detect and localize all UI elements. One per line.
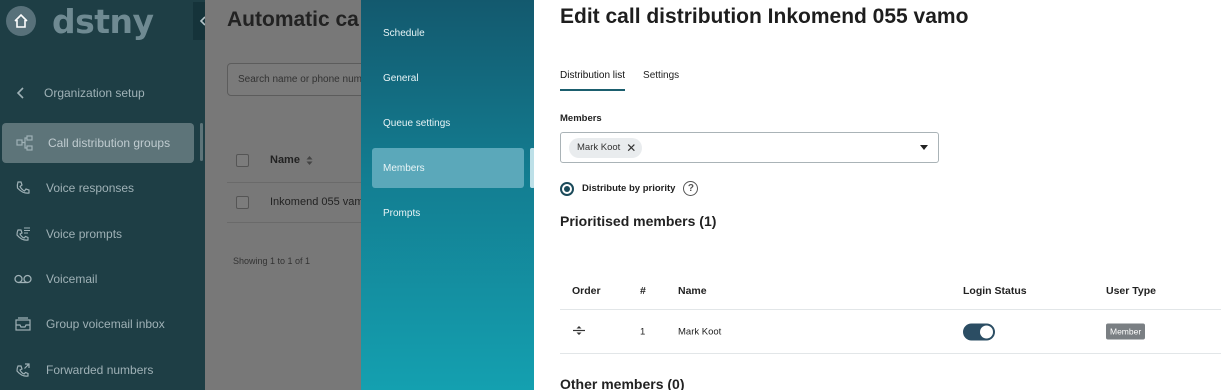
table-row: 1 Mark Koot Member [560,311,1221,354]
pagination-info: Showing 1 to 1 of 1 [233,256,311,266]
panel-item-prompts[interactable]: Prompts [372,193,524,233]
sidebar-item-forwarded-numbers[interactable]: Forwarded numbers [0,350,205,390]
members-select[interactable]: Mark Koot ✕ [560,132,939,163]
panel-item-queue-settings[interactable]: Queue settings [372,103,524,143]
back-organization-setup[interactable]: Organization setup [16,86,145,100]
tab-settings[interactable]: Settings [643,70,679,91]
chevron-down-icon[interactable] [920,145,928,150]
divider [227,222,361,223]
column-name-label: Name [270,154,300,166]
home-icon[interactable] [6,6,36,36]
close-icon[interactable]: ✕ [626,141,636,155]
chevron-left-icon [16,87,24,99]
page-title: Automatic ca [227,8,359,31]
member-chip: Mark Koot ✕ [569,137,643,158]
groups-page: Automatic ca Search name or phone numb N… [205,0,361,390]
sidebar-item-call-distribution-groups[interactable]: Call distribution groups [2,123,194,163]
sidebar-item-label: Voicemail [46,272,98,286]
name-column-header[interactable]: Name [270,154,313,166]
table-row-name[interactable]: Inkomend 055 vam [270,196,361,208]
phone-voice-icon [0,226,46,242]
select-all-checkbox[interactable] [236,154,249,167]
voicemail-icon [0,274,46,284]
edit-pane: Edit call distribution Inkomend 055 vamo… [534,0,1221,390]
sidebar-item-voicemail[interactable]: Voicemail [0,259,205,299]
hierarchy-icon [2,135,48,151]
sidebar-item-voice-responses[interactable]: Voice responses [0,168,205,208]
row-name: Mark Koot [678,326,722,338]
distribute-by-priority-option[interactable]: Distribute by priority ? [560,181,699,196]
sidebar-item-label: Forwarded numbers [46,363,154,377]
edit-title: Edit call distribution Inkomend 055 vamo [560,5,969,28]
column-login-status: Login Status [963,284,1027,297]
panel-item-general[interactable]: General [372,58,524,98]
sidebar-item-label: Voice prompts [46,227,123,241]
sidebar-item-group-voicemail-inbox[interactable]: Group voicemail inbox [0,304,205,344]
phone-forward-icon [0,362,46,378]
login-status-toggle[interactable] [963,323,995,341]
sidebar-scrollbar[interactable] [200,123,203,161]
column-number: # [640,284,646,297]
sidebar-item-voice-prompts[interactable]: Voice prompts [0,214,205,254]
logo: dstny [52,2,154,41]
column-user-type: User Type [1106,284,1156,297]
section-panel: Schedule General Queue settings Members … [361,0,535,390]
user-type-badge: Member [1106,323,1146,340]
sidebar-item-label: Group voicemail inbox [46,317,165,331]
drag-handle-icon[interactable] [572,326,586,339]
members-table-header: Order # Name Login Status User Type [560,272,1221,310]
row-number: 1 [640,326,646,338]
sidebar-item-label: Voice responses [46,181,135,195]
row-checkbox[interactable] [236,196,249,209]
phone-icon [0,180,46,196]
tab-bar: Distribution list Settings [560,70,679,91]
panel-item-schedule[interactable]: Schedule [372,13,524,53]
column-name: Name [678,284,707,297]
collapse-sidebar-button[interactable] [193,2,205,40]
distribute-label: Distribute by priority [582,183,676,194]
inbox-icon [0,316,46,332]
main-sidebar: dstny Organization setup Call distributi… [0,0,205,390]
sort-icon [306,155,313,165]
prioritised-members-title: Prioritised members (1) [560,213,717,229]
column-order: Order [572,284,601,297]
other-members-title: Other members (0) [560,376,685,390]
sidebar-item-label: Call distribution groups [48,136,171,150]
tab-distribution-list[interactable]: Distribution list [560,70,626,91]
panel-item-members[interactable]: Members [372,148,524,188]
back-label: Organization setup [44,86,145,100]
radio-button[interactable] [560,181,574,196]
members-label: Members [560,113,602,124]
search-input[interactable]: Search name or phone numb [227,63,361,96]
divider [227,182,361,183]
member-chip-label: Mark Koot [577,142,621,153]
help-icon[interactable]: ? [683,181,699,196]
